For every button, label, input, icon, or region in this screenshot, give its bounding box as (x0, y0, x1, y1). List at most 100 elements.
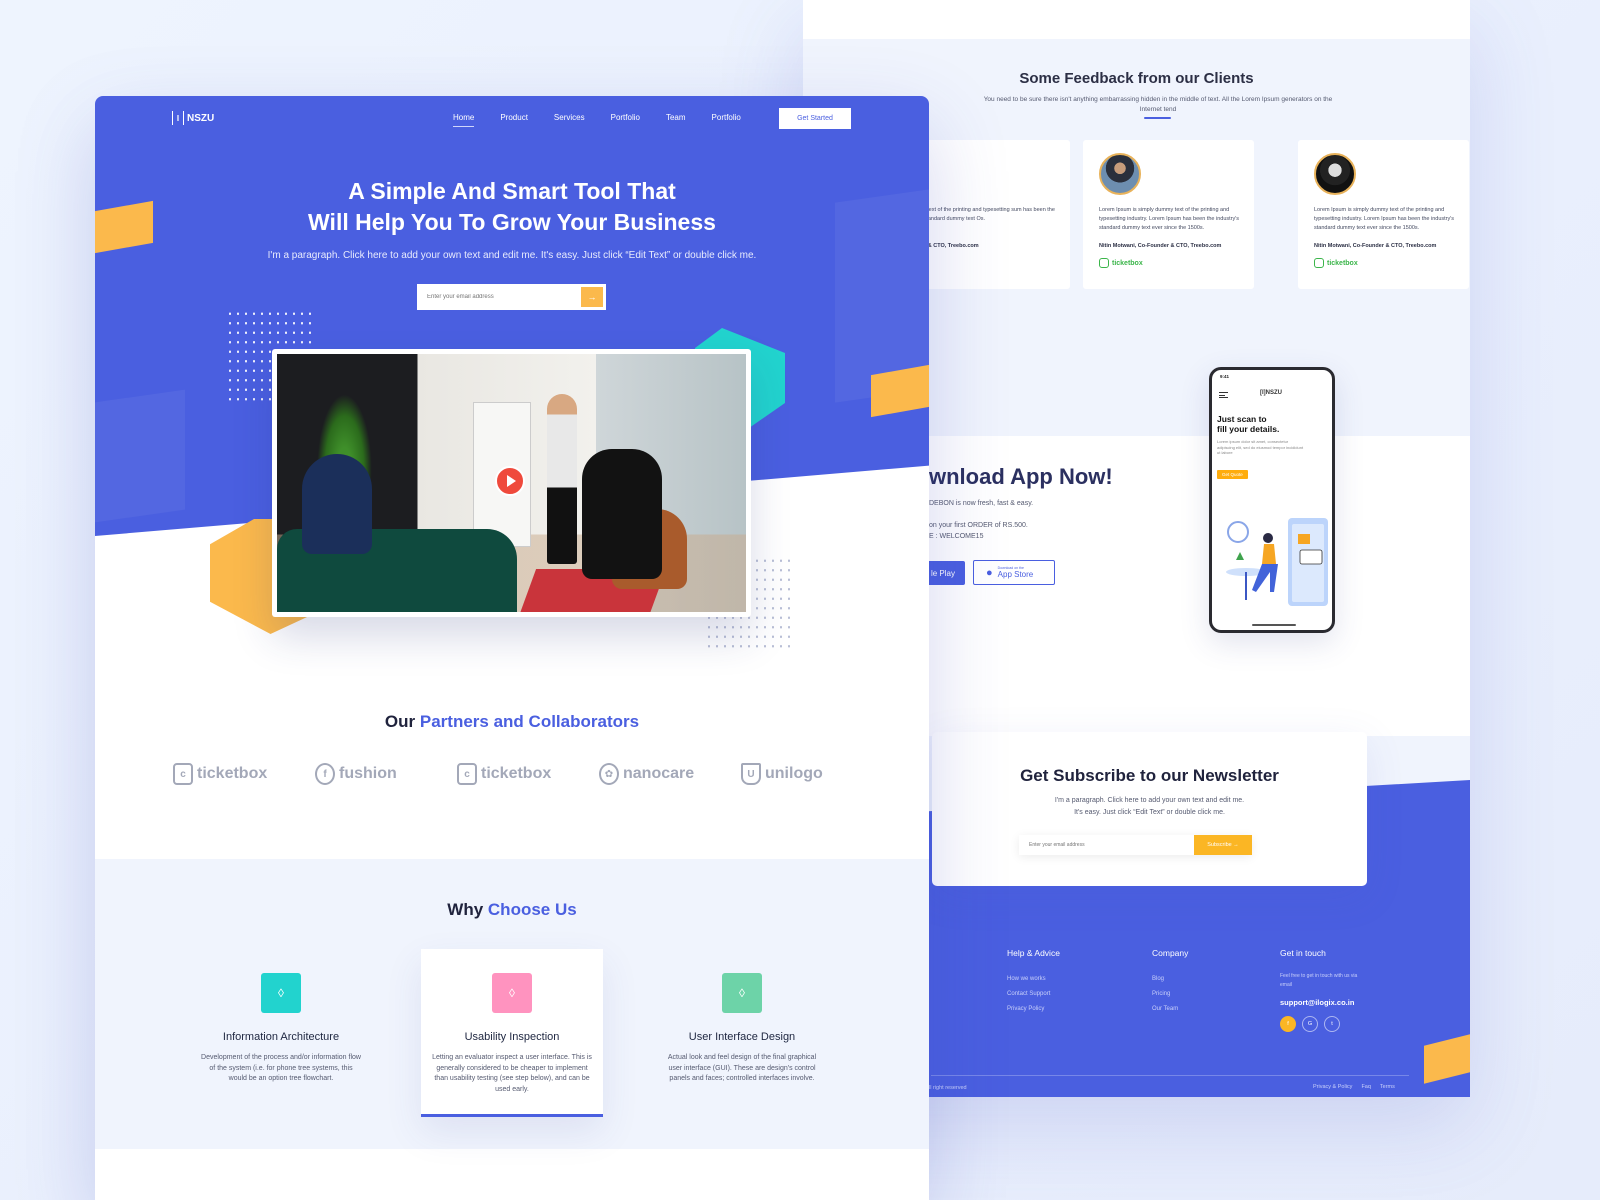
get-started-button[interactable]: Get Started (779, 108, 851, 129)
partners-logos: c ticketbox f fushion c ticketbox ✿ nanocare… (173, 763, 883, 785)
feedback-quote: Lorem Ipsum is simply dummy text of the … (1314, 207, 1455, 231)
footer-help-column: Help & Advice How we works Contact Suppo… (1007, 948, 1060, 1021)
contact-text: Feel free to get in touch with us via em… (1280, 973, 1358, 988)
feedback-author: Nitin Motwani, Co-Founder & CTO, Treebo.… (1314, 243, 1437, 249)
avatar (1314, 153, 1356, 195)
video-thumbnail (277, 354, 746, 612)
newsletter-title: Get Subscribe to our Newsletter (1020, 766, 1279, 785)
footer-bottom-links: Privacy & Policy Faq Terms (1313, 1084, 1395, 1090)
hero-title: A Simple And Smart Tool That Will Help Yo… (308, 178, 716, 235)
play-icon[interactable] (495, 466, 525, 496)
faq-link[interactable]: Faq (1361, 1084, 1370, 1090)
newsletter-subtitle: I'm a paragraph. Click here to add your … (1054, 797, 1245, 816)
feedback-author: Nitin Motwani, Co-Founder & CTO, Treebo.… (1099, 243, 1222, 249)
footer-link[interactable]: Our Team (1152, 1006, 1188, 1012)
feedback-underline (1144, 117, 1171, 119)
partners-title: Our Partners and Collaborators (384, 712, 640, 731)
footer-company-column: Company Blog Pricing Our Team (1152, 948, 1188, 1021)
nav-portfolio-2[interactable]: Portfolio (712, 113, 741, 122)
feedback-subtitle: You need to be sure there isn't anything… (983, 96, 1333, 113)
partner-logo: Uunilogo (741, 763, 883, 785)
twitter-icon[interactable]: t (1324, 1016, 1340, 1032)
feedback-brand: ticketbox (1314, 258, 1358, 268)
ticketbox-logo-icon: c (173, 763, 193, 785)
feedback-title: Some Feedback from our Clients (1019, 70, 1254, 87)
phone-heading: Just scan to fill your details. (1217, 414, 1280, 434)
feedback-quote: Lorem Ipsum is simply dummy text of the … (1099, 207, 1240, 231)
nanocare-logo-icon: ✿ (599, 763, 619, 785)
feedback-card: Lorem Ipsum is simply dummy text of the … (1083, 140, 1254, 289)
logo-mark: I (172, 111, 184, 125)
partner-logo: c ticketbox (173, 763, 315, 785)
footer-heading: Company (1152, 948, 1189, 958)
newsletter-card: Get Subscribe to our Newsletter I'm a pa… (932, 732, 1367, 886)
main-nav: Home Product Services Portfolio Team Por… (453, 113, 741, 127)
app-store-button[interactable]: ● Download on the App Store (973, 560, 1055, 585)
phone-time: 9:41 (1220, 374, 1230, 379)
footer-heading: Help & Advice (1007, 948, 1060, 958)
partner-logo: f fushion (315, 763, 457, 785)
nav-team[interactable]: Team (666, 113, 686, 122)
apple-icon: ● (986, 566, 993, 579)
nav-services[interactable]: Services (554, 113, 585, 122)
app-title: wnload App Now! (929, 464, 1113, 489)
vector-nodes-icon: ◊ (261, 973, 301, 1013)
get-quote-button[interactable]: Get Quote (1217, 470, 1248, 479)
top-white-strip (803, 0, 1470, 39)
fushion-logo-icon: f (315, 763, 335, 785)
facebook-icon[interactable]: f (1280, 1016, 1296, 1032)
partner-logo: c ticketbox (457, 763, 599, 785)
feature-card[interactable]: ◊ User Interface Design Actual look and … (651, 949, 833, 1117)
footer-divider (931, 1075, 1409, 1076)
newsletter-email-input[interactable] (1019, 835, 1194, 855)
hero-email-form: → (417, 284, 606, 310)
avatar (1099, 153, 1141, 195)
feedback-brand: ticketbox (1099, 258, 1143, 268)
footer-contact-column: Get in touch Feel free to get in touch w… (1280, 948, 1370, 1032)
hero-video[interactable] (272, 349, 751, 617)
arrow-right-icon[interactable]: → (581, 287, 603, 307)
feature-card[interactable]: ◊ Information Architecture Development o… (190, 949, 372, 1117)
copyright-text: ll right reserved (929, 1085, 967, 1091)
hero-subtitle: I'm a paragraph. Click here to add your … (267, 250, 757, 261)
privacy-link[interactable]: Privacy & Policy (1313, 1084, 1352, 1090)
footer-link[interactable]: Pricing (1152, 991, 1188, 997)
phone-logo: [I]NSZU (1260, 390, 1282, 396)
scan-illustration (1226, 518, 1328, 606)
newsletter-form: Subscribe → (1019, 835, 1252, 855)
nav-portfolio[interactable]: Portfolio (611, 113, 640, 122)
footer-link[interactable]: Contact Support (1007, 991, 1060, 997)
vector-nodes-icon: ◊ (722, 973, 762, 1013)
subscribe-button[interactable]: Subscribe → (1194, 835, 1252, 855)
phone-text: Lorem ipsum dolor sit amet, consectetur … (1217, 439, 1304, 455)
vector-nodes-icon: ◊ (492, 973, 532, 1013)
support-email[interactable]: support@ilogix.co.in (1280, 998, 1370, 1007)
nav-home[interactable]: Home (453, 113, 475, 127)
footer-heading: Get in touch (1280, 948, 1326, 958)
footer-link[interactable]: How we works (1007, 976, 1060, 982)
nav-product[interactable]: Product (500, 113, 528, 122)
partner-logo: ✿ nanocare (599, 763, 741, 785)
logo[interactable]: I NSZU (172, 111, 214, 125)
hero-email-input[interactable] (417, 294, 581, 300)
app-line: on your first ORDER of RS.500. (929, 522, 1028, 529)
home-indicator (1252, 624, 1296, 626)
feature-card[interactable]: ◊ Usability Inspection Letting an evalua… (421, 949, 603, 1117)
footer-link[interactable]: Privacy Policy (1007, 1006, 1060, 1012)
phone-mockup: 9:41 [I]NSZU Just scan to fill your detai… (1209, 367, 1335, 633)
social-links: f G t (1280, 1016, 1370, 1032)
footer-link[interactable]: Blog (1152, 976, 1188, 982)
google-icon[interactable]: G (1302, 1016, 1318, 1032)
app-line: DEBON is now fresh, fast & easy. (929, 500, 1034, 507)
front-page-preview: I NSZU Home Product Services Portfolio T… (95, 96, 929, 1200)
why-title: Why Choose Us (447, 900, 577, 919)
ticketbox-logo-icon (1314, 258, 1324, 268)
feedback-card: Lorem Ipsum is simply dummy text of the … (1298, 140, 1469, 289)
unilogo-logo-icon: U (741, 763, 761, 785)
terms-link[interactable]: Terms (1380, 1084, 1395, 1090)
ticketbox-logo-icon (1099, 258, 1109, 268)
decor-stripe (95, 389, 185, 523)
ticketbox-logo-icon: c (457, 763, 477, 785)
app-line: E : WELCOME15 (929, 533, 984, 540)
hamburger-menu-icon (1219, 392, 1228, 398)
